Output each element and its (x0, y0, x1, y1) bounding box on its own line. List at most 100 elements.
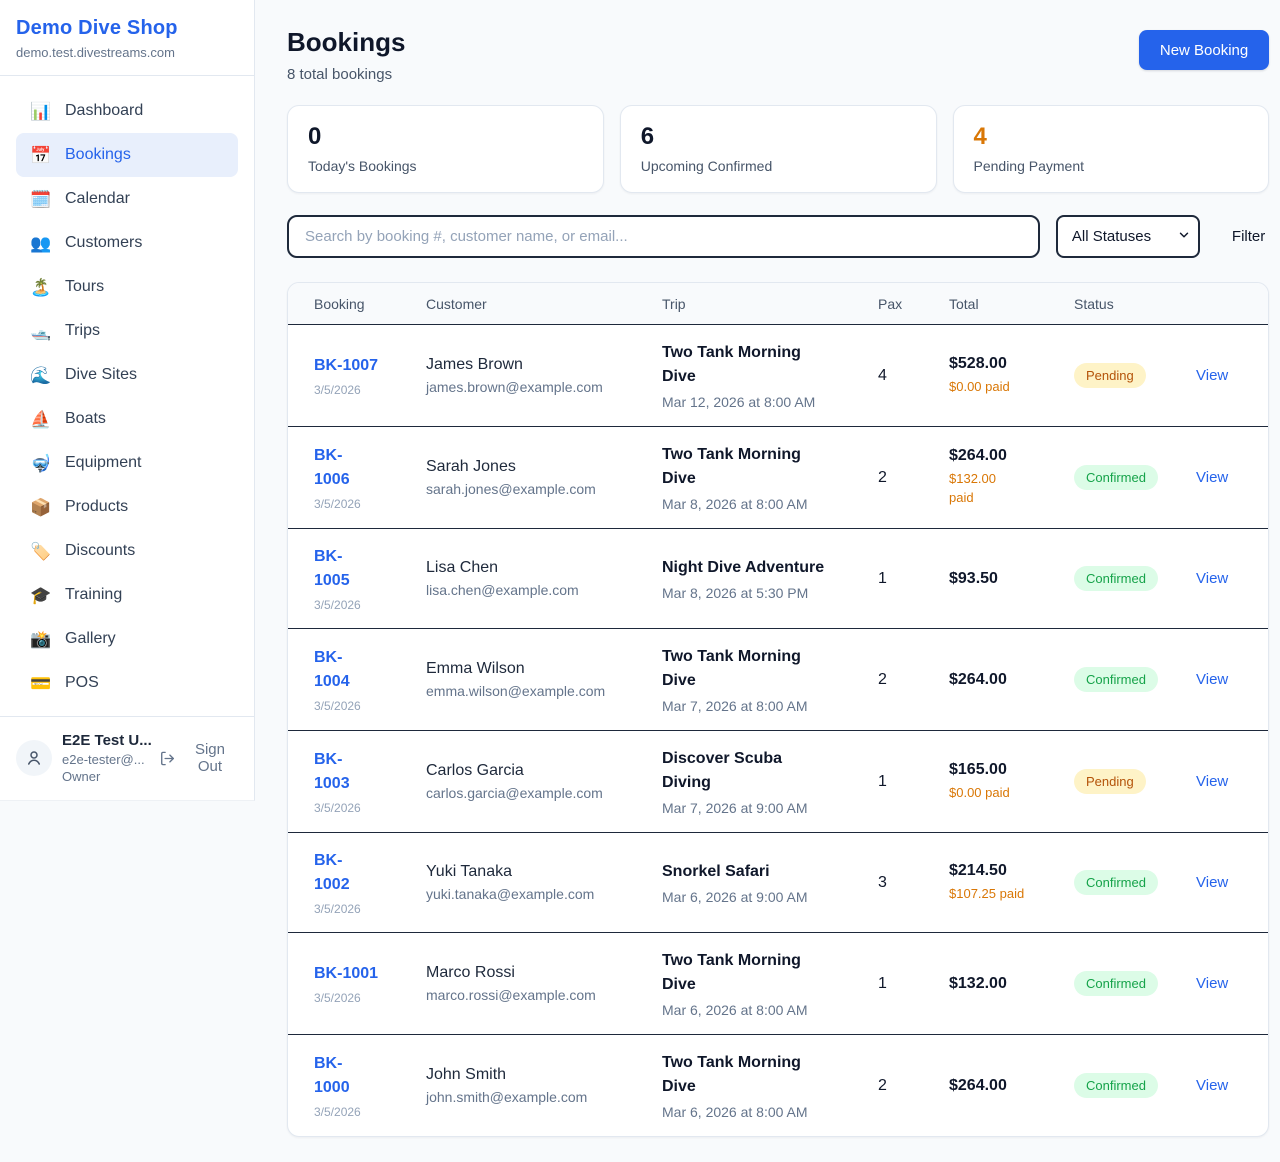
pax-cell: 1 (878, 975, 949, 993)
booking-cell: BK- 1003 3/5/2026 (314, 748, 426, 814)
booking-date: 3/5/2026 (314, 699, 412, 713)
booking-date: 3/5/2026 (314, 497, 412, 511)
customer-email: emma.wilson@example.com (426, 683, 648, 699)
sidebar-item-equipment[interactable]: 🤿 Equipment (16, 441, 238, 485)
sidebar-item-tours[interactable]: 🏝️ Tours (16, 265, 238, 309)
view-link[interactable]: View (1196, 570, 1228, 587)
stat-card-upcoming-confirmed: 6 Upcoming Confirmed (620, 105, 937, 193)
customer-cell: Emma Wilson emma.wilson@example.com (426, 660, 662, 699)
booking-number-link[interactable]: BK- 1004 (314, 646, 350, 692)
brand-name: Demo Dive Shop (16, 17, 238, 40)
filter-button[interactable]: Filter (1232, 228, 1265, 245)
sidebar-item-bookings[interactable]: 📅 Bookings (16, 133, 238, 177)
view-link[interactable]: View (1196, 671, 1228, 688)
sidebar-item-dashboard[interactable]: 📊 Dashboard (16, 89, 238, 133)
actions-cell: View (1196, 1077, 1242, 1095)
pax-cell: 3 (878, 874, 949, 892)
status-badge: Confirmed (1074, 1073, 1158, 1098)
sign-out-button[interactable]: Sign Out (159, 741, 238, 775)
tours-icon: 🏝️ (30, 279, 52, 296)
filter-row: All Statuses Filter (287, 215, 1269, 258)
trip-datetime: Mar 6, 2026 at 9:00 AM (662, 889, 864, 905)
sidebar-item-calendar[interactable]: 🗓️ Calendar (16, 177, 238, 221)
total-cell: $264.00 $132.00 paid (949, 447, 1074, 508)
sidebar-item-customers[interactable]: 👥 Customers (16, 221, 238, 265)
actions-cell: View (1196, 469, 1242, 487)
sidebar-item-boats[interactable]: ⛵ Boats (16, 397, 238, 441)
page-subtitle: 8 total bookings (287, 66, 405, 83)
trip-cell: Discover Scuba Diving Mar 7, 2026 at 9:0… (662, 747, 878, 816)
view-link[interactable]: View (1196, 367, 1228, 384)
actions-cell: View (1196, 975, 1242, 993)
sidebar-item-dive-sites[interactable]: 🌊 Dive Sites (16, 353, 238, 397)
stat-card-pending-payment: 4 Pending Payment (953, 105, 1270, 193)
stat-label: Upcoming Confirmed (641, 158, 916, 174)
customer-name: Lisa Chen (426, 559, 648, 577)
customer-cell: Marco Rossi marco.rossi@example.com (426, 964, 662, 1003)
booking-number-link[interactable]: BK- 1003 (314, 748, 350, 794)
status-select[interactable]: All Statuses (1056, 215, 1200, 258)
booking-number-link[interactable]: BK- 1006 (314, 444, 350, 490)
status-badge: Confirmed (1074, 971, 1158, 996)
table-row: BK- 1005 3/5/2026 Lisa Chen lisa.chen@ex… (288, 528, 1268, 628)
booking-number-link[interactable]: BK-1007 (314, 354, 378, 377)
table-row: BK- 1000 3/5/2026 John Smith john.smith@… (288, 1034, 1268, 1136)
status-cell: Confirmed (1074, 1073, 1196, 1098)
booking-number-link[interactable]: BK- 1002 (314, 849, 350, 895)
sign-out-label: Sign Out (182, 741, 238, 775)
customer-email: john.smith@example.com (426, 1089, 648, 1105)
trip-datetime: Mar 6, 2026 at 8:00 AM (662, 1002, 864, 1018)
user-name: E2E Test U... (62, 731, 149, 751)
trips-icon: 🛥️ (30, 323, 52, 340)
gallery-icon: 📸 (30, 631, 52, 648)
total-amount: $214.50 (949, 862, 1060, 880)
sidebar-item-training[interactable]: 🎓 Training (16, 573, 238, 617)
total-cell: $93.50 (949, 570, 1074, 588)
customer-email: james.brown@example.com (426, 379, 648, 395)
booking-cell: BK- 1002 3/5/2026 (314, 849, 426, 915)
view-link[interactable]: View (1196, 773, 1228, 790)
view-link[interactable]: View (1196, 874, 1228, 891)
discounts-icon: 🏷️ (30, 543, 52, 560)
search-input[interactable] (287, 215, 1040, 258)
customer-name: Sarah Jones (426, 458, 648, 476)
total-cell: $165.00 $0.00 paid (949, 761, 1074, 803)
page-header-text: Bookings 8 total bookings (287, 27, 405, 83)
calendar-icon: 🗓️ (30, 191, 52, 208)
training-icon: 🎓 (30, 587, 52, 604)
actions-cell: View (1196, 570, 1242, 588)
trip-datetime: Mar 8, 2026 at 8:00 AM (662, 496, 864, 512)
customers-icon: 👥 (30, 235, 52, 252)
actions-cell: View (1196, 773, 1242, 791)
stat-label: Today's Bookings (308, 158, 583, 174)
booking-number-link[interactable]: BK-1001 (314, 962, 378, 985)
booking-number-link[interactable]: BK- 1005 (314, 545, 350, 591)
new-booking-button[interactable]: New Booking (1139, 30, 1269, 70)
sidebar-item-gallery[interactable]: 📸 Gallery (16, 617, 238, 661)
status-cell: Confirmed (1074, 971, 1196, 996)
trip-name: Two Tank Morning Dive (662, 443, 864, 491)
trip-cell: Night Dive Adventure Mar 8, 2026 at 5:30… (662, 556, 878, 601)
customer-email: yuki.tanaka@example.com (426, 886, 648, 902)
total-amount: $165.00 (949, 761, 1060, 779)
status-cell: Confirmed (1074, 667, 1196, 692)
user-role: Owner (62, 768, 149, 786)
table-row: BK-1007 3/5/2026 James Brown james.brown… (288, 325, 1268, 426)
customer-cell: Sarah Jones sarah.jones@example.com (426, 458, 662, 497)
sidebar-item-discounts[interactable]: 🏷️ Discounts (16, 529, 238, 573)
booking-number-link[interactable]: BK- 1000 (314, 1052, 350, 1098)
customer-name: James Brown (426, 356, 648, 374)
sidebar-item-products[interactable]: 📦 Products (16, 485, 238, 529)
brand-block: Demo Dive Shop demo.test.divestreams.com (0, 0, 254, 76)
view-link[interactable]: View (1196, 469, 1228, 486)
view-link[interactable]: View (1196, 975, 1228, 992)
page-title: Bookings (287, 27, 405, 58)
user-meta: E2E Test U... e2e-tester@... Owner (62, 731, 149, 786)
view-link[interactable]: View (1196, 1077, 1228, 1094)
sidebar-item-trips[interactable]: 🛥️ Trips (16, 309, 238, 353)
total-cell: $528.00 $0.00 paid (949, 355, 1074, 397)
sidebar-item-pos[interactable]: 💳 POS (16, 661, 238, 705)
column-header-booking: Booking (314, 296, 426, 312)
booking-date: 3/5/2026 (314, 598, 412, 612)
column-header-status: Status (1074, 296, 1196, 312)
